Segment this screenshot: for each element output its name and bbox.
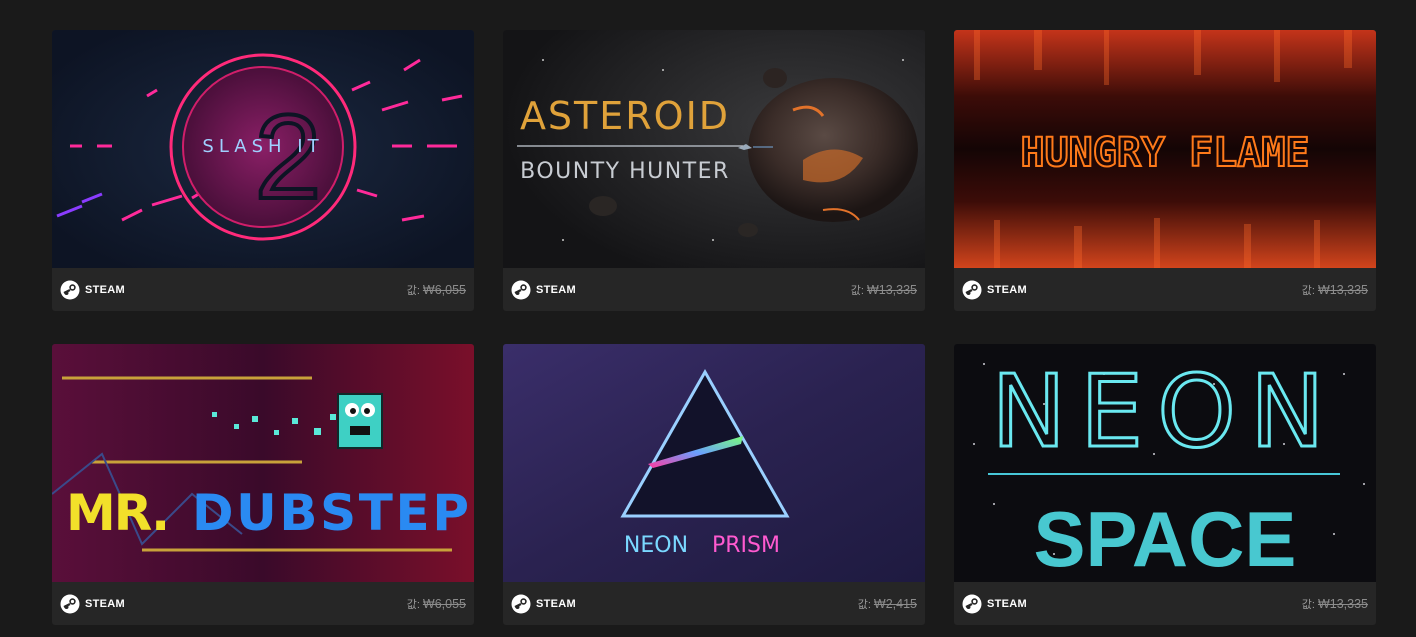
platform-badge: STEAM (60, 594, 125, 614)
card-footer: STEAM 값: ₩2,415 (503, 582, 925, 625)
product-art-asteroid-bounty-hunter[interactable]: ASTEROID BOUNTY HUNTER (503, 30, 925, 268)
product-art-mr-dubstep[interactable]: MR. DUBSTEP (52, 344, 474, 582)
platform-label: STEAM (536, 597, 576, 610)
card-footer: STEAM 값: ₩6,055 (52, 268, 474, 311)
product-art-neon-space[interactable]: NEON SPACE (954, 344, 1376, 582)
price-value: ₩13,335 (1317, 282, 1368, 297)
svg-text:ASTEROID: ASTEROID (520, 94, 730, 138)
price-info: 값: ₩6,055 (407, 596, 466, 612)
card-footer: STEAM 값: ₩13,335 (503, 268, 925, 311)
platform-badge: STEAM (962, 280, 1027, 300)
product-art-neon-prism[interactable]: NEON PRISM (503, 344, 925, 582)
card-footer: STEAM 값: ₩13,335 (954, 268, 1376, 311)
product-card-neon-prism[interactable]: NEON PRISM STEAM 값: ₩2,415 (503, 344, 925, 625)
price-label: 값: (850, 284, 864, 297)
svg-text:PRISM: PRISM (712, 533, 780, 558)
steam-logo-icon (962, 594, 982, 613)
price-label: 값: (406, 598, 420, 611)
platform-label: STEAM (536, 283, 576, 296)
price-info: 값: ₩13,335 (851, 282, 917, 298)
card-footer: STEAM 값: ₩13,335 (954, 582, 1376, 625)
card-footer: STEAM 값: ₩6,055 (52, 582, 474, 625)
neon-space-cover: NEON SPACE (954, 344, 1376, 582)
price-info: 값: ₩6,055 (407, 282, 466, 298)
steam-logo-icon (962, 280, 982, 299)
price-value: ₩13,335 (1317, 596, 1368, 611)
price-label: 값: (857, 598, 871, 611)
product-card-slash-it-2[interactable]: 2 SLASH IT STEAM 값: ₩6,055 (52, 30, 474, 311)
product-card-hungry-flame[interactable]: HUNGRY FLAME STEAM 값: ₩13,335 (954, 30, 1376, 311)
price-info: 값: ₩13,335 (1302, 596, 1368, 612)
price-label: 값: (406, 284, 420, 297)
hungry-flame-cover: HUNGRY FLAME (954, 30, 1376, 268)
svg-text:MR.: MR. (66, 484, 168, 542)
svg-text:SLASH IT: SLASH IT (202, 136, 323, 157)
svg-text:2: 2 (255, 90, 322, 224)
platform-label: STEAM (85, 283, 125, 296)
product-card-asteroid-bounty-hunter[interactable]: ASTEROID BOUNTY HUNTER STEAM 값: ₩13,335 (503, 30, 925, 311)
steam-logo-icon (60, 594, 80, 613)
price-info: 값: ₩2,415 (858, 596, 917, 612)
price-label: 값: (1301, 284, 1315, 297)
svg-text:NEON: NEON (624, 533, 688, 558)
slash-it-2-cover: 2 SLASH IT (52, 30, 474, 268)
platform-badge: STEAM (962, 594, 1027, 614)
svg-text:SPACE: SPACE (1034, 495, 1297, 582)
product-art-slash-it-2[interactable]: 2 SLASH IT (52, 30, 474, 268)
product-grid: 2 SLASH IT STEAM 값: ₩6,055 ASTEROID BOUN… (52, 30, 1376, 625)
asteroid-bounty-hunter-cover: ASTEROID BOUNTY HUNTER (503, 30, 925, 268)
neon-prism-cover: NEON PRISM (503, 344, 925, 582)
price-info: 값: ₩13,335 (1302, 282, 1368, 298)
product-card-neon-space[interactable]: NEON SPACE STEAM 값: ₩13,335 (954, 344, 1376, 625)
svg-text:HUNGRY FLAME: HUNGRY FLAME (1021, 130, 1310, 176)
platform-label: STEAM (987, 597, 1027, 610)
platform-badge: STEAM (511, 594, 576, 614)
steam-logo-icon (511, 594, 531, 613)
price-label: 값: (1301, 598, 1315, 611)
platform-badge: STEAM (60, 280, 125, 300)
product-card-mr-dubstep[interactable]: MR. DUBSTEP STEAM 값: ₩6,055 (52, 344, 474, 625)
price-value: ₩2,415 (873, 596, 917, 611)
steam-logo-icon (60, 280, 80, 299)
steam-logo-icon (511, 280, 531, 299)
price-value: ₩6,055 (422, 596, 466, 611)
platform-label: STEAM (85, 597, 125, 610)
mr-dubstep-cover: MR. DUBSTEP (52, 344, 474, 582)
platform-label: STEAM (987, 283, 1027, 296)
svg-text:BOUNTY HUNTER: BOUNTY HUNTER (520, 159, 730, 184)
price-value: ₩13,335 (866, 282, 917, 297)
product-art-hungry-flame[interactable]: HUNGRY FLAME (954, 30, 1376, 268)
platform-badge: STEAM (511, 280, 576, 300)
price-value: ₩6,055 (422, 282, 466, 297)
svg-text:NEON: NEON (991, 353, 1339, 470)
